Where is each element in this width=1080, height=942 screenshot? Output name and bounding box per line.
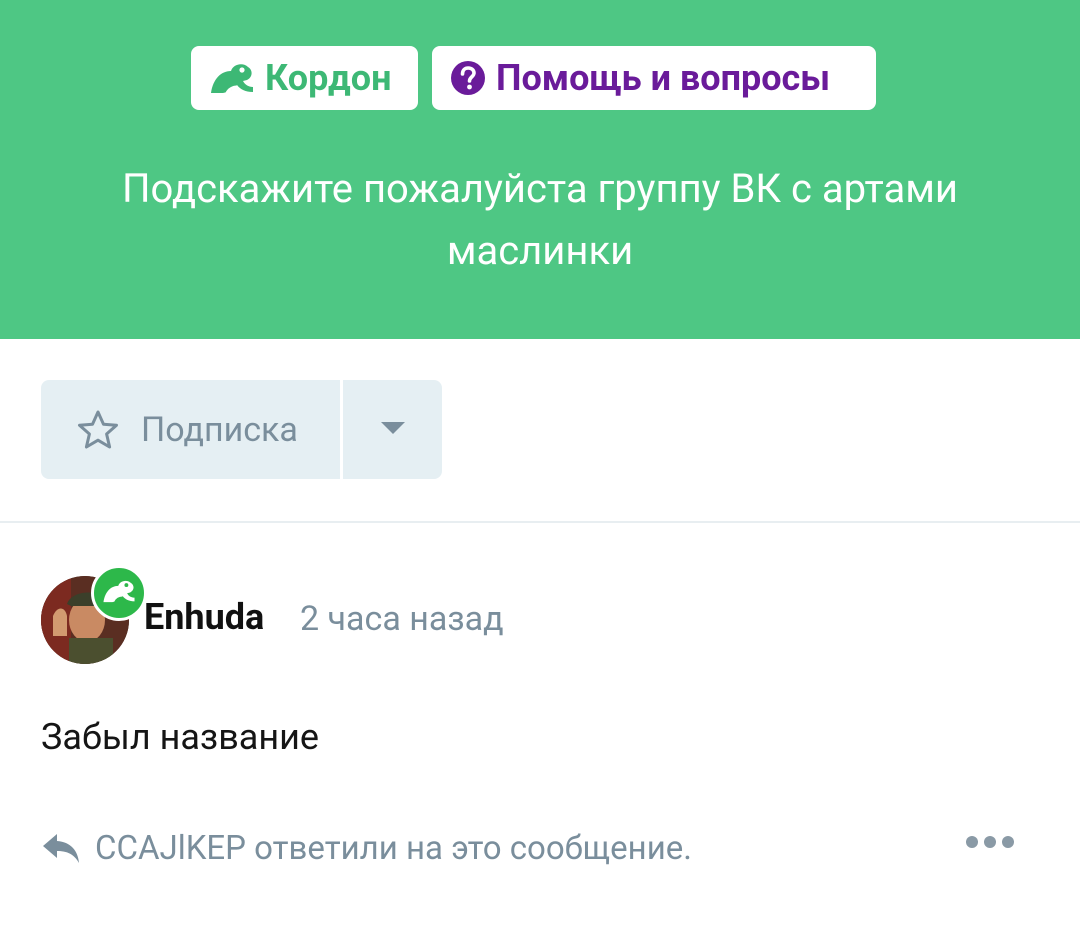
post-time: 2 часа назад — [300, 599, 504, 639]
subscribe-group: Подписка — [41, 380, 442, 479]
author-name[interactable]: Enhuda — [144, 596, 264, 638]
star-outline-icon — [77, 410, 119, 450]
more-options-button[interactable] — [966, 830, 1014, 854]
tag-help-label: Помощь и вопросы — [496, 57, 831, 99]
thread-header: Кордон Помощь и вопросы Подскажите пожал… — [0, 0, 1080, 339]
thread-title: Подскажите пожалуйста группу ВК с артами… — [122, 165, 958, 274]
tag-help-questions[interactable]: Помощь и вопросы — [432, 46, 876, 110]
subscribe-button[interactable]: Подписка — [41, 380, 340, 479]
subscribe-dropdown[interactable] — [343, 380, 442, 479]
tag-kordon[interactable]: Кордон — [191, 46, 418, 110]
tag-kordon-label: Кордон — [265, 57, 392, 99]
reply-arrow-icon — [41, 832, 81, 866]
reply-notice[interactable]: CCAJlKEP ответили на это сообщение. — [41, 829, 692, 868]
author-badge — [91, 565, 147, 621]
subscribe-label: Подписка — [141, 409, 298, 450]
caret-down-icon — [380, 420, 406, 439]
frog-icon — [102, 578, 136, 608]
frog-icon — [209, 61, 255, 95]
divider — [0, 521, 1080, 523]
post-message: Забыл название — [41, 716, 319, 758]
question-circle-icon — [450, 60, 486, 96]
ellipsis-icon — [966, 836, 978, 848]
reply-notice-text: CCAJlKEP ответили на это сообщение. — [95, 829, 692, 868]
